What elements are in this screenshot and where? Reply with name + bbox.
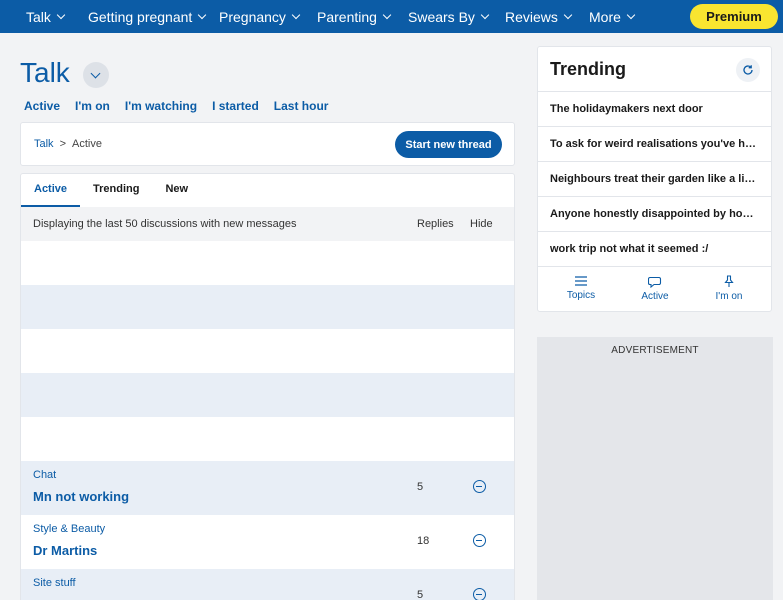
trending-item[interactable]: To ask for weird realisations you've had… bbox=[538, 126, 771, 161]
trending-item[interactable]: The holidaymakers next door bbox=[538, 91, 771, 126]
list-item-placeholder bbox=[21, 241, 514, 285]
footer-topics-label: Topics bbox=[566, 290, 596, 301]
trending-item[interactable]: Anyone honestly disappointed by how th..… bbox=[538, 196, 771, 231]
tab-new[interactable]: New bbox=[152, 174, 201, 207]
subnav-last-hour[interactable]: Last hour bbox=[274, 99, 329, 113]
advertisement-slot: ADVERTISEMENT bbox=[537, 337, 773, 600]
hide-thread-icon[interactable] bbox=[473, 480, 486, 493]
nav-item-reviews[interactable]: Reviews bbox=[505, 0, 573, 33]
nav-item-label: More bbox=[589, 8, 621, 25]
list-description: Displaying the last 50 discussions with … bbox=[33, 218, 297, 230]
advertisement-label: ADVERTISEMENT bbox=[611, 345, 699, 356]
chevron-down-icon bbox=[56, 10, 66, 19]
nav-item-more[interactable]: More bbox=[589, 0, 636, 33]
hide-column-header: Hide bbox=[470, 218, 493, 230]
breadcrumb-current: Active bbox=[72, 138, 102, 150]
breadcrumb-card: Talk > Active Start new thread bbox=[20, 122, 515, 166]
chevron-down-icon bbox=[563, 10, 573, 19]
chat-bubble-icon bbox=[647, 276, 661, 288]
chevron-down-icon bbox=[480, 10, 490, 19]
nav-item-label: Reviews bbox=[505, 8, 558, 25]
page-title: Talk bbox=[20, 57, 70, 88]
breadcrumb: Talk > Active bbox=[34, 138, 102, 150]
trending-title: Trending bbox=[550, 59, 626, 79]
trending-item[interactable]: work trip not what it seemed :/ bbox=[538, 231, 771, 266]
subnav-im-watching[interactable]: I'm watching bbox=[125, 99, 197, 113]
list-icon bbox=[575, 276, 587, 286]
chevron-down-icon bbox=[626, 10, 636, 19]
footer-active-button[interactable]: Active bbox=[625, 275, 685, 302]
list-item-placeholder bbox=[21, 285, 514, 329]
refresh-icon bbox=[743, 65, 753, 75]
breadcrumb-talk-link[interactable]: Talk bbox=[34, 138, 54, 150]
refresh-button[interactable] bbox=[736, 58, 760, 82]
sub-nav: Active I'm on I'm watching I started Las… bbox=[24, 99, 343, 113]
pin-icon bbox=[724, 275, 734, 287]
nav-item-label: Pregnancy bbox=[219, 8, 286, 25]
nav-item-talk[interactable]: Talk bbox=[26, 0, 66, 33]
list-item-placeholder bbox=[21, 373, 514, 417]
table-row[interactable]: Style & Beauty Dr Martins 18 bbox=[21, 515, 514, 569]
footer-topics-button[interactable]: Topics bbox=[551, 275, 611, 301]
title-dropdown-button[interactable] bbox=[83, 62, 109, 88]
trending-list: The holidaymakers next door To ask for w… bbox=[538, 91, 771, 266]
top-nav: Talk Getting pregnant Pregnancy Parentin… bbox=[0, 0, 783, 33]
nav-item-label: Parenting bbox=[317, 8, 377, 25]
subnav-i-started[interactable]: I started bbox=[212, 99, 259, 113]
list-item-placeholder bbox=[21, 329, 514, 373]
list-header: Displaying the last 50 discussions with … bbox=[21, 207, 514, 241]
hide-thread-icon[interactable] bbox=[473, 534, 486, 547]
list-tabs: Active Trending New bbox=[21, 174, 514, 207]
chevron-down-icon bbox=[291, 10, 301, 19]
nav-item-getting-pregnant[interactable]: Getting pregnant bbox=[88, 0, 207, 33]
nav-item-parenting[interactable]: Parenting bbox=[317, 0, 392, 33]
nav-item-swears-by[interactable]: Swears By bbox=[408, 0, 490, 33]
footer-im-on-label: I'm on bbox=[715, 291, 743, 302]
footer-im-on-button[interactable]: I'm on bbox=[699, 275, 759, 302]
nav-item-label: Getting pregnant bbox=[88, 8, 193, 25]
table-row[interactable]: Site stuff 5 bbox=[21, 569, 514, 600]
footer-active-label: Active bbox=[641, 291, 669, 302]
thread-list-card: Active Trending New Displaying the last … bbox=[20, 173, 515, 600]
trending-footer: Topics Active I'm on bbox=[538, 266, 771, 312]
chevron-down-icon bbox=[90, 68, 101, 79]
tab-active[interactable]: Active bbox=[21, 174, 81, 207]
chevron-down-icon bbox=[198, 10, 207, 19]
thread-category[interactable]: Chat bbox=[33, 469, 56, 481]
nav-item-label: Talk bbox=[26, 8, 51, 25]
nav-item-label: Swears By bbox=[408, 8, 475, 25]
tab-trending[interactable]: Trending bbox=[80, 174, 152, 207]
thread-replies: 5 bbox=[417, 481, 424, 493]
list-item-placeholder bbox=[21, 417, 514, 461]
thread-category[interactable]: Site stuff bbox=[33, 577, 76, 589]
breadcrumb-separator: > bbox=[59, 138, 66, 150]
subnav-active[interactable]: Active bbox=[24, 99, 60, 113]
trending-card: Trending The holidaymakers next door To … bbox=[537, 46, 772, 312]
thread-title[interactable]: Dr Martins bbox=[33, 543, 97, 558]
trending-item[interactable]: Neighbours treat their garden like a liv… bbox=[538, 161, 771, 196]
thread-replies: 5 bbox=[417, 589, 424, 600]
subnav-im-on[interactable]: I'm on bbox=[75, 99, 110, 113]
thread-replies: 18 bbox=[417, 535, 430, 547]
chevron-down-icon bbox=[382, 10, 392, 19]
premium-button[interactable]: Premium bbox=[690, 4, 778, 29]
replies-column-header: Replies bbox=[417, 218, 454, 230]
start-new-thread-button[interactable]: Start new thread bbox=[395, 131, 502, 158]
thread-title[interactable]: Mn not working bbox=[33, 489, 129, 504]
hide-thread-icon[interactable] bbox=[473, 588, 486, 600]
thread-category[interactable]: Style & Beauty bbox=[33, 523, 105, 535]
nav-item-pregnancy[interactable]: Pregnancy bbox=[219, 0, 301, 33]
table-row[interactable]: Chat Mn not working 5 bbox=[21, 461, 514, 515]
